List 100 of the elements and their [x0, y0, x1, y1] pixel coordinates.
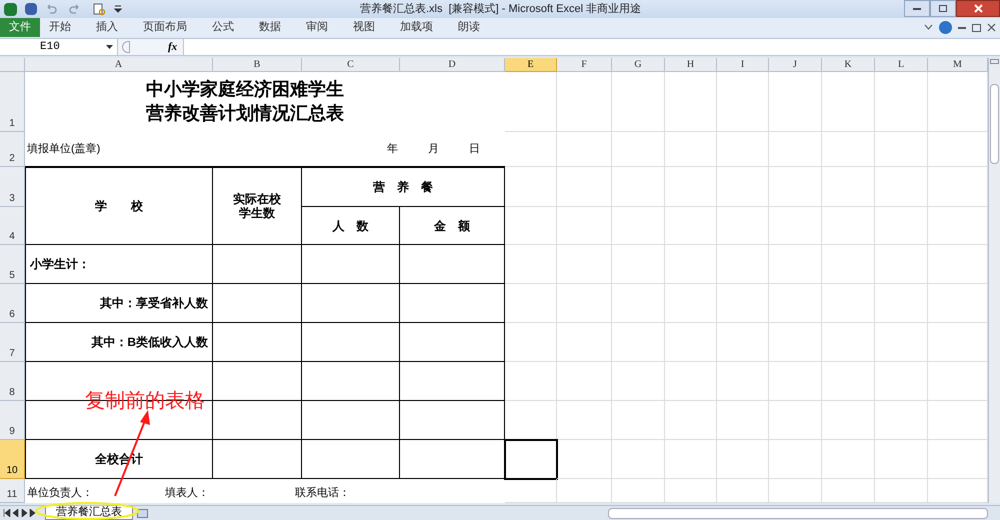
sheet-cell[interactable] [717, 362, 769, 401]
row-header[interactable]: 1 [0, 72, 25, 132]
sheet-cell[interactable] [769, 401, 822, 440]
row-header[interactable]: 10 [0, 440, 25, 479]
help-icon[interactable] [939, 21, 952, 34]
sheet-cell[interactable] [769, 245, 822, 284]
sheet-cell[interactable] [612, 72, 665, 132]
sheet-cell[interactable] [717, 440, 769, 479]
column-header[interactable]: M [928, 58, 988, 72]
sheet-cell[interactable] [875, 323, 928, 362]
sheet-cell[interactable] [875, 284, 928, 323]
sheet-cell[interactable] [769, 362, 822, 401]
sheet-cell[interactable] [717, 284, 769, 323]
close-workbook-icon[interactable] [987, 23, 996, 32]
sheet-cell[interactable] [822, 440, 875, 479]
row-header[interactable]: 3 [0, 167, 25, 207]
sheet-cell[interactable] [557, 167, 612, 207]
select-all-corner[interactable] [0, 58, 25, 72]
ribbon-tab[interactable]: 视图 [344, 18, 384, 37]
sheet-cell[interactable] [717, 72, 769, 132]
sheet-cell[interactable] [665, 362, 717, 401]
sheet-cell[interactable] [557, 132, 612, 167]
sheet-cell[interactable] [665, 167, 717, 207]
ribbon-tab[interactable]: 数据 [250, 18, 290, 37]
row-header[interactable]: 5 [0, 245, 25, 284]
sheet-cell[interactable] [769, 72, 822, 132]
ribbon-tab[interactable]: 开始 [40, 18, 80, 37]
column-header[interactable]: J [769, 58, 822, 72]
column-header[interactable]: E [505, 58, 557, 72]
sheet-cell[interactable] [822, 401, 875, 440]
minimize-workbook-icon[interactable] [958, 26, 966, 28]
ribbon-collapse-icon[interactable] [924, 24, 933, 31]
insert-function-button[interactable]: fx [168, 38, 178, 56]
close-button[interactable] [956, 0, 1000, 17]
sheet-cell[interactable] [557, 284, 612, 323]
sheet-cell[interactable] [612, 401, 665, 440]
sheet-cell[interactable] [875, 207, 928, 245]
sheet-cell[interactable] [612, 440, 665, 479]
sheet-cell[interactable] [665, 72, 717, 132]
sheet-cell[interactable] [717, 207, 769, 245]
sheet-cell[interactable] [875, 132, 928, 167]
row-header[interactable]: 2 [0, 132, 25, 167]
sheet-cell[interactable] [769, 479, 822, 503]
sheet-cell[interactable] [557, 207, 612, 245]
ribbon-tab[interactable]: 插入 [87, 18, 127, 37]
sheet-cell[interactable] [557, 362, 612, 401]
sheet-cell[interactable] [612, 132, 665, 167]
name-box[interactable]: E10 [0, 39, 118, 55]
row-header[interactable]: 4 [0, 207, 25, 245]
sheet-cell[interactable] [875, 440, 928, 479]
sheet-cell[interactable] [875, 245, 928, 284]
sheet-cell[interactable] [717, 323, 769, 362]
sheet-cell[interactable] [557, 440, 612, 479]
sheet-cell[interactable] [612, 207, 665, 245]
column-header[interactable]: D [400, 58, 505, 72]
sheet-cell[interactable] [822, 284, 875, 323]
sheet-cell[interactable] [717, 401, 769, 440]
sheet-cell[interactable] [612, 362, 665, 401]
sheet-cell[interactable] [557, 72, 612, 132]
column-header[interactable]: L [875, 58, 928, 72]
sheet-cell[interactable] [822, 323, 875, 362]
print-preview-icon[interactable] [93, 2, 106, 16]
sheet-cell[interactable] [665, 440, 717, 479]
horizontal-scrollbar[interactable] [608, 508, 988, 518]
sheet-cell[interactable] [665, 207, 717, 245]
customize-toolbar-icon[interactable] [114, 4, 122, 14]
sheet-cell[interactable] [822, 167, 875, 207]
sheet-cell[interactable] [717, 132, 769, 167]
redo-icon[interactable] [69, 3, 81, 15]
sheet-cell[interactable] [822, 132, 875, 167]
column-header[interactable]: B [213, 58, 302, 72]
sheet-cell[interactable] [557, 323, 612, 362]
sheet-cell[interactable] [557, 479, 612, 503]
ribbon-tab[interactable]: 朗读 [449, 18, 489, 37]
sheet-cell[interactable] [665, 245, 717, 284]
sheet-navigation-icon[interactable] [3, 509, 37, 517]
ribbon-tab[interactable]: 加载项 [391, 18, 442, 37]
sheet-cell[interactable] [769, 284, 822, 323]
sheet-cell[interactable] [612, 245, 665, 284]
sheet-cell[interactable] [665, 401, 717, 440]
column-header[interactable]: H [665, 58, 717, 72]
sheet-cell[interactable] [717, 167, 769, 207]
ribbon-tab[interactable]: 页面布局 [134, 18, 196, 37]
sheet-cell[interactable] [822, 362, 875, 401]
minimize-button[interactable] [904, 0, 930, 17]
row-header[interactable]: 8 [0, 362, 25, 401]
sheet-cell[interactable] [665, 132, 717, 167]
formula-input[interactable] [183, 39, 1000, 55]
restore-button[interactable] [930, 0, 956, 17]
sheet-cell[interactable] [875, 72, 928, 132]
sheet-cell[interactable] [769, 323, 822, 362]
sheet-cell[interactable] [875, 167, 928, 207]
sheet-cell[interactable] [612, 284, 665, 323]
sheet-cell[interactable] [875, 362, 928, 401]
ribbon-tab[interactable]: 审阅 [297, 18, 337, 37]
sheet-cell[interactable] [557, 401, 612, 440]
sheet-cell[interactable] [612, 167, 665, 207]
row-header[interactable]: 9 [0, 401, 25, 440]
sheet-cell[interactable] [557, 245, 612, 284]
ribbon-tab[interactable]: 公式 [203, 18, 243, 37]
